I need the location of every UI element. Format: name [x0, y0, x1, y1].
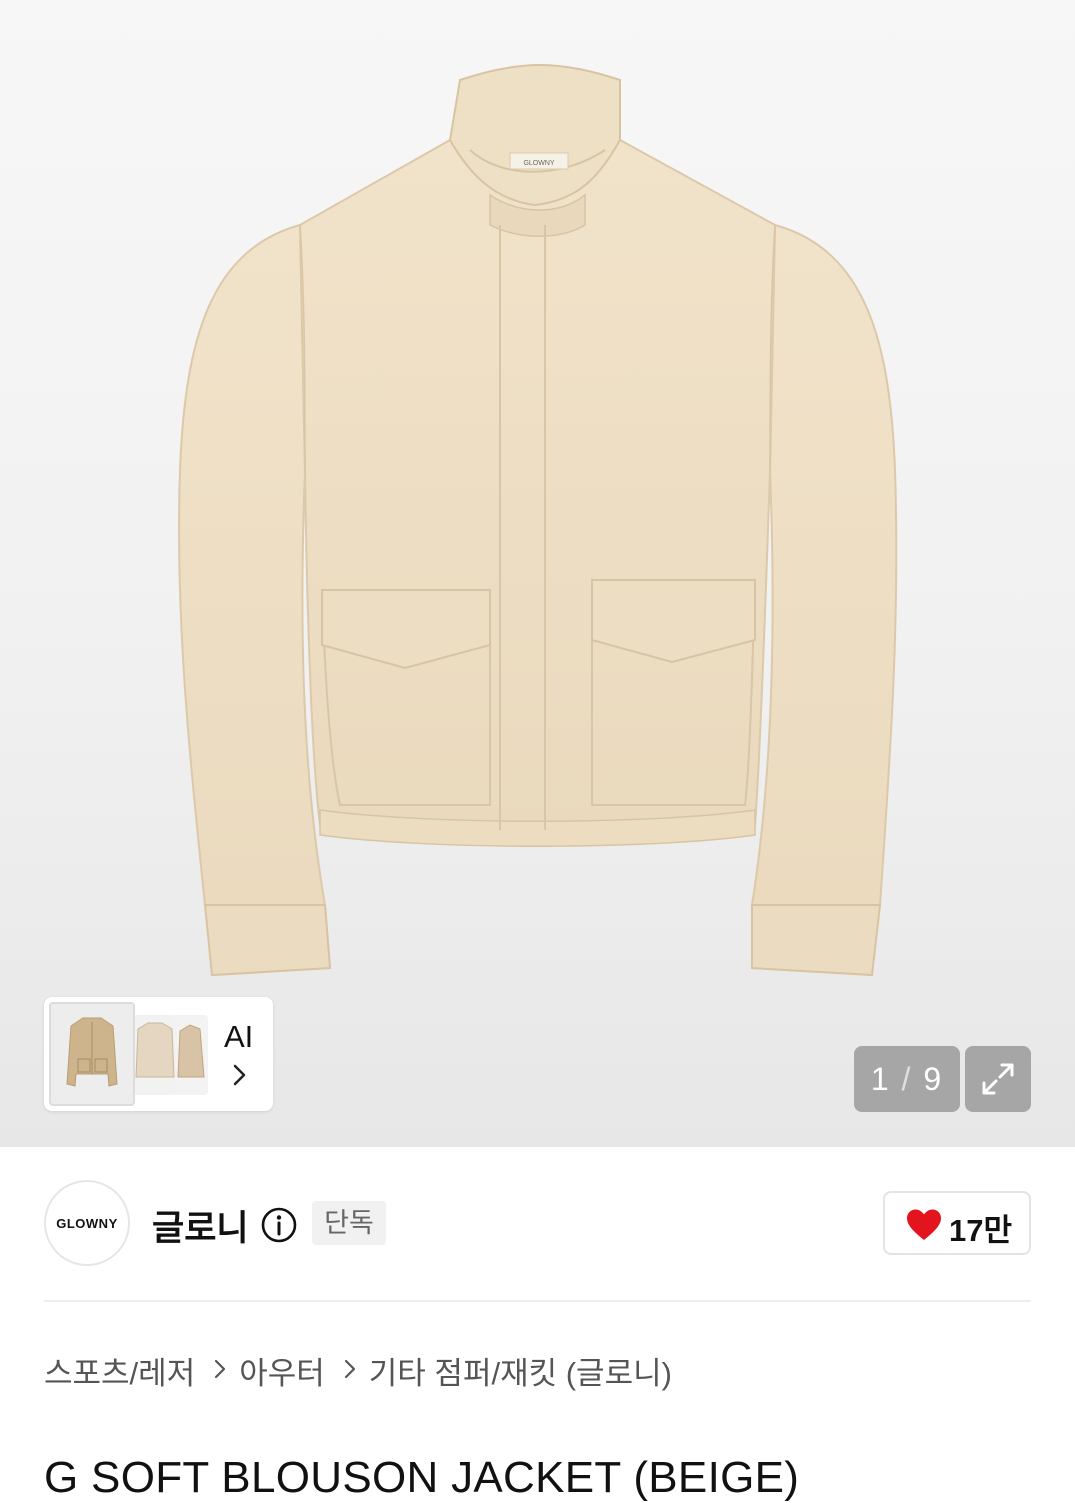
breadcrumb-item-outer[interactable]: 아우터 [239, 1348, 325, 1393]
image-total: 9 [923, 1061, 944, 1097]
exclusive-badge: 단독 [312, 1201, 386, 1245]
brand-logo-text: GLOWNY [56, 1215, 118, 1231]
ai-label: AI [224, 1019, 254, 1054]
image-counter: 1 / 9 [854, 1046, 960, 1112]
breadcrumb-item-sports-leisure[interactable]: 스포츠/레저 [44, 1348, 195, 1393]
image-counter-separator: / [901, 1061, 913, 1097]
chevron-right-icon [213, 1352, 227, 1388]
chevron-right-icon [233, 1064, 246, 1086]
thumbnail-jacket-front[interactable] [49, 1002, 135, 1106]
image-current: 1 [870, 1061, 891, 1097]
chevron-right-icon [343, 1352, 357, 1388]
like-button[interactable]: 17만 [883, 1191, 1031, 1255]
expand-icon [982, 1063, 1014, 1095]
expand-image-button[interactable] [965, 1046, 1031, 1112]
product-main-image[interactable]: GLOWNY [0, 0, 1075, 1147]
ai-similar-items-card[interactable]: AI [44, 997, 273, 1111]
thumbnail-jacket-side[interactable] [172, 1015, 208, 1095]
like-count: 17만 [949, 1213, 1013, 1248]
thumbnail-jacket-alt[interactable] [132, 1015, 176, 1095]
breadcrumb-item-other-jumper-jacket[interactable]: 기타 점퍼/재킷 (글로니) [369, 1348, 672, 1393]
breadcrumb: 스포츠/레저 아우터 기타 점퍼/재킷 (글로니) [44, 1348, 672, 1393]
product-image-gallery[interactable]: GLOWNY AI 1 / 9 [0, 0, 1075, 1147]
brand-logo[interactable]: GLOWNY [44, 1180, 130, 1266]
divider [44, 1300, 1031, 1302]
product-title: G SOFT BLOUSON JACKET (BEIGE) [44, 1453, 800, 1503]
svg-text:GLOWNY: GLOWNY [523, 160, 554, 167]
heart-icon [907, 1209, 941, 1240]
brand-name[interactable]: 글로니 [152, 1200, 249, 1251]
info-icon[interactable] [260, 1206, 298, 1244]
